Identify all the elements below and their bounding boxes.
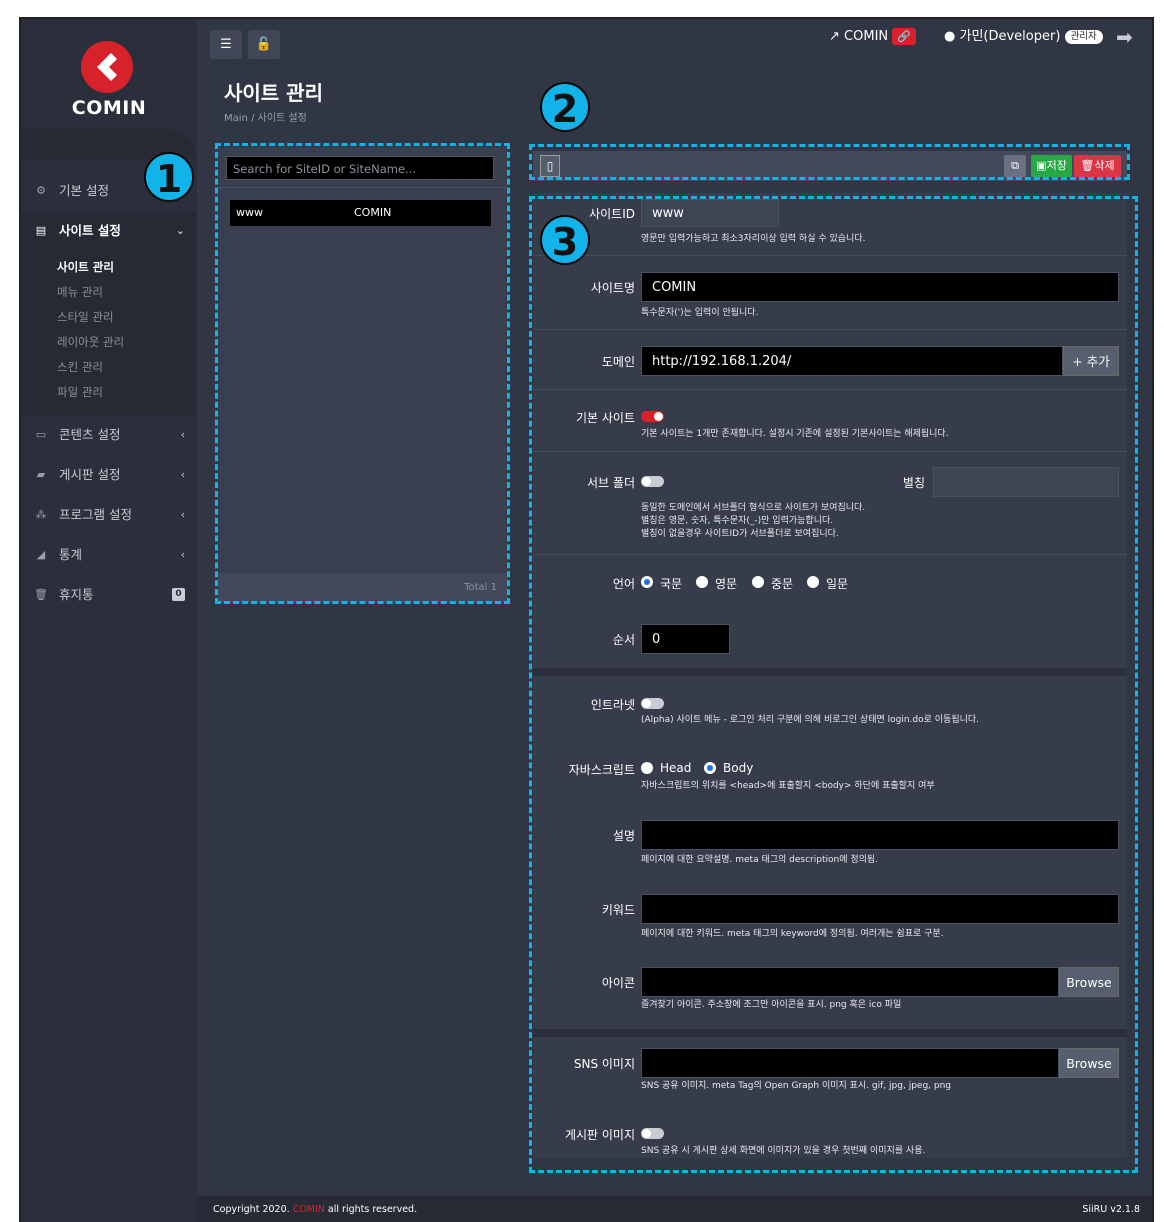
submenu-item-menu-manage[interactable]: 메뉴 관리 <box>21 280 197 305</box>
footer: Copyright 2020. COMIN all rights reserve… <box>197 1196 1152 1222</box>
submenu-site-settings: 사이트 관리 메뉴 관리 스타일 관리 레이아웃 관리 스킨 관리 파일 관리 <box>21 251 197 415</box>
copyright-suffix: all rights reserved. <box>327 1204 418 1215</box>
sidebar-item-label: 휴지통 <box>59 587 94 602</box>
trash-icon: 🗑 <box>34 588 48 601</box>
chart-icon: ◢ <box>36 548 46 561</box>
breadcrumb-main[interactable]: Main <box>224 113 248 124</box>
sidebar-item-stats[interactable]: ◢ 통계 ‹ <box>21 535 197 575</box>
user-icon: ● <box>944 29 956 44</box>
highlight-box-2 <box>529 144 1130 180</box>
trash-count-badge: 0 <box>172 588 185 601</box>
sidebar-item-label: 콘텐츠 설정 <box>59 427 121 442</box>
gears-icon: ⚙ <box>36 184 46 197</box>
version-label: SiiRU v2.1.8 <box>1082 1204 1140 1215</box>
sidebar-item-board-settings[interactable]: ▰ 게시판 설정 ‹ <box>21 455 197 495</box>
logo-text: COMIN <box>71 97 147 119</box>
copyright-prefix: Copyright 2020. <box>213 1204 290 1215</box>
comin-logo-icon <box>81 41 133 93</box>
breadcrumb: Main / 사이트 설정 <box>224 109 307 124</box>
submenu-item-style-manage[interactable]: 스타일 관리 <box>21 305 197 330</box>
sidebar-item-trash[interactable]: 🗑 휴지통 0 <box>21 575 197 615</box>
submenu-item-layout-manage[interactable]: 레이아웃 관리 <box>21 330 197 355</box>
logout-button[interactable]: ➡ <box>1116 27 1133 47</box>
comments-icon: ▰ <box>36 468 46 481</box>
marker-1: 1 <box>144 152 194 202</box>
chevron-left-icon: ‹ <box>180 548 185 561</box>
sidebar-nav: ⚙ 기본 설정 ▤ 사이트 설정 ⌄ 사이트 관리 메뉴 관리 스타일 관리 레… <box>21 171 197 615</box>
role-badge: 관리자 <box>1064 29 1103 44</box>
chevron-left-icon: ‹ <box>180 508 185 521</box>
unlock-icon: 🔓 <box>255 37 273 52</box>
sidebar-item-label: 통계 <box>59 547 83 562</box>
unlock-button[interactable]: 🔓 <box>248 30 280 59</box>
list-icon: ☰ <box>220 37 232 52</box>
content-icon: ▭ <box>35 428 47 441</box>
logout-icon: ➡ <box>1116 25 1133 49</box>
logo[interactable]: COMIN <box>21 19 197 134</box>
sidebar-item-label: 사이트 설정 <box>59 223 121 238</box>
marker-2: 2 <box>540 82 590 132</box>
submenu-item-site-manage[interactable]: 사이트 관리 <box>21 255 197 280</box>
sidebar-item-content-settings[interactable]: ▭ 콘텐츠 설정 ‹ <box>21 415 197 455</box>
sitemap-icon: ⁂ <box>35 508 47 521</box>
breadcrumb-current: 사이트 설정 <box>257 113 307 124</box>
submenu-item-file-manage[interactable]: 파일 관리 <box>21 380 197 405</box>
site-link[interactable]: ↗ COMIN 🔗 <box>829 27 916 47</box>
chevron-left-icon: ‹ <box>180 468 185 481</box>
copyright: Copyright 2020. COMIN all rights reserve… <box>213 1196 417 1222</box>
user-menu[interactable]: ● 가민(Developer) 관리자 <box>944 27 1103 47</box>
chevron-left-icon: ‹ <box>180 428 185 441</box>
highlight-box-3 <box>529 196 1138 1173</box>
sidebar-item-label: 프로그램 설정 <box>59 507 132 522</box>
chevron-down-icon: ⌄ <box>175 224 185 237</box>
sidebar-item-label: 기본 설정 <box>59 183 109 198</box>
sidebar-item-program-settings[interactable]: ⁂ 프로그램 설정 ‹ <box>21 495 197 535</box>
site-link-label: COMIN <box>844 29 889 44</box>
breadcrumb-separator: / <box>251 113 255 124</box>
sidebar-item-label: 게시판 설정 <box>59 467 121 482</box>
app-window: COMIN ⚙ 기본 설정 ▤ 사이트 설정 ⌄ 사이트 관리 메뉴 관리 스타… <box>19 17 1154 1222</box>
page-title: 사이트 관리 <box>224 81 323 105</box>
marker-3: 3 <box>540 215 590 265</box>
highlight-box-1 <box>215 143 510 604</box>
external-link-icon: ↗ <box>829 29 840 44</box>
submenu-item-skin-manage[interactable]: 스킨 관리 <box>21 355 197 380</box>
link-icon: 🔗 <box>892 28 916 45</box>
sidebar-item-site-settings[interactable]: ▤ 사이트 설정 ⌄ <box>21 211 197 251</box>
toggle-list-button[interactable]: ☰ <box>210 30 242 59</box>
copyright-brand[interactable]: COMIN <box>293 1204 325 1215</box>
user-name: 가민(Developer) <box>959 29 1061 44</box>
server-icon: ▤ <box>35 224 47 237</box>
